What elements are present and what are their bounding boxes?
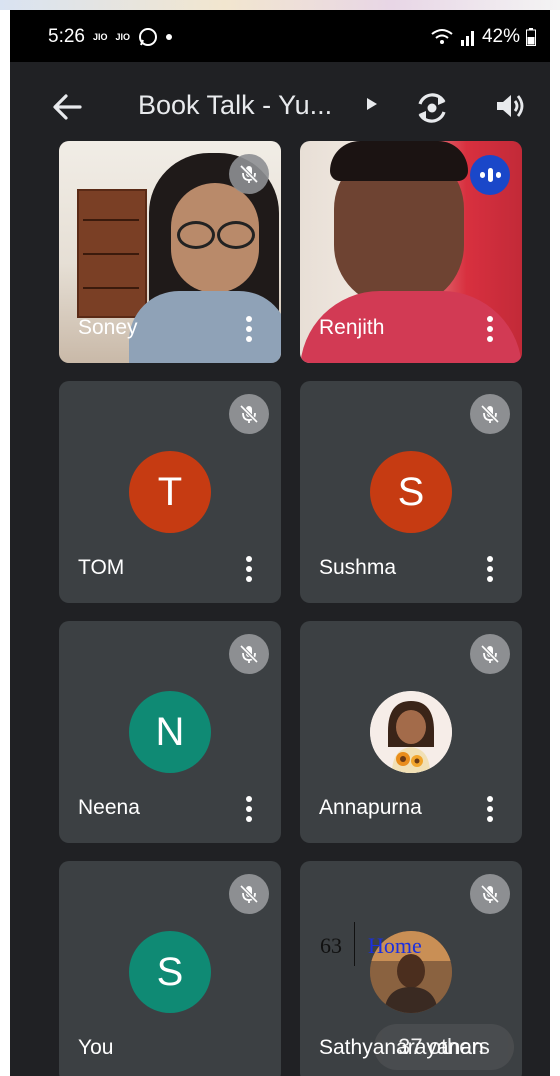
avatar: N bbox=[129, 691, 211, 773]
status-time: 5:26 bbox=[48, 26, 85, 47]
mic-off-icon bbox=[229, 394, 269, 434]
meeting-title[interactable]: Book Talk - Yu... bbox=[138, 90, 332, 121]
avatar: S bbox=[370, 451, 452, 533]
notification-dot bbox=[166, 34, 173, 40]
carrier-icon-2: JIO bbox=[115, 32, 131, 42]
participant-tile-self[interactable]: S You bbox=[59, 861, 281, 1076]
mic-off-icon bbox=[470, 634, 510, 674]
more-options-icon[interactable] bbox=[245, 795, 253, 823]
more-options-icon[interactable] bbox=[486, 795, 494, 823]
more-options-icon[interactable] bbox=[486, 555, 494, 583]
participant-name: Neena bbox=[78, 796, 140, 819]
overlay-divider bbox=[354, 922, 355, 966]
speaking-indicator-icon bbox=[470, 155, 510, 195]
status-bar: 5:26 JIO JIO 42% bbox=[10, 10, 550, 62]
back-arrow-icon[interactable] bbox=[50, 90, 84, 124]
mic-off-icon bbox=[229, 634, 269, 674]
avatar: T bbox=[129, 451, 211, 533]
mic-off-icon bbox=[229, 874, 269, 914]
participant-tile[interactable]: Renjith bbox=[300, 141, 522, 363]
participant-tile[interactable]: T TOM bbox=[59, 381, 281, 603]
switch-camera-icon[interactable] bbox=[414, 90, 450, 126]
participant-name: TOM bbox=[78, 556, 125, 579]
mic-off-icon bbox=[470, 874, 510, 914]
participant-tile[interactable]: Soney bbox=[59, 141, 281, 363]
participant-name: Sushma bbox=[319, 556, 397, 579]
avatar bbox=[370, 691, 452, 773]
participant-name: Sathyanarayanan bbox=[319, 1036, 484, 1059]
participant-name: Annapurna bbox=[319, 796, 422, 819]
more-options-icon[interactable] bbox=[245, 555, 253, 583]
avatar: S bbox=[129, 931, 211, 1013]
participant-tile[interactable]: Annapurna bbox=[300, 621, 522, 843]
top-color-strip bbox=[0, 0, 560, 10]
page-number: 63 bbox=[320, 933, 342, 958]
participant-name: Renjith bbox=[319, 316, 385, 339]
carrier-icon: JIO bbox=[92, 32, 108, 42]
call-header: Book Talk - Yu... bbox=[10, 62, 550, 152]
caret-right-icon[interactable] bbox=[366, 97, 378, 111]
whatsapp-icon bbox=[139, 28, 158, 46]
wifi-icon bbox=[431, 29, 453, 44]
signal-icon bbox=[460, 31, 474, 46]
speaker-icon[interactable] bbox=[494, 90, 526, 122]
meet-screen: 5:26 JIO JIO 42% Book Talk - Yu... Soney… bbox=[10, 10, 550, 1076]
participant-name: Soney bbox=[78, 316, 138, 339]
participant-name: You bbox=[78, 1036, 114, 1059]
mic-off-icon bbox=[229, 154, 269, 194]
battery-percent: 42% bbox=[481, 26, 520, 47]
mic-off-icon bbox=[470, 394, 510, 434]
participant-tile[interactable]: S Sushma bbox=[300, 381, 522, 603]
participant-tile[interactable]: N Neena bbox=[59, 621, 281, 843]
more-options-icon[interactable] bbox=[486, 315, 494, 343]
home-link[interactable]: Home bbox=[368, 933, 422, 959]
battery-icon bbox=[526, 28, 536, 46]
more-options-icon[interactable] bbox=[245, 315, 253, 343]
